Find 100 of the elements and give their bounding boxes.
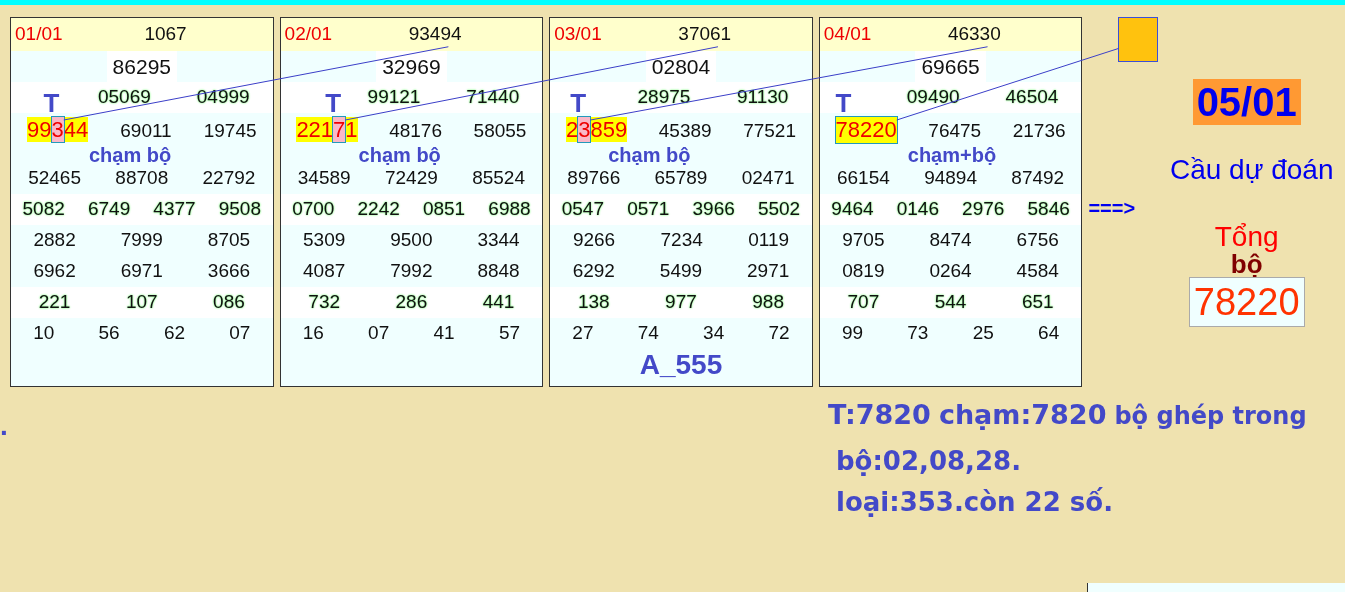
note-label: chạm bộ <box>358 143 441 168</box>
number-cell-text: 988 <box>752 290 784 315</box>
set-label: bộ <box>1230 251 1263 277</box>
number-cell-text: 28975 <box>637 85 691 110</box>
arrow-label: ===> <box>1088 196 1136 221</box>
t-marker: T <box>835 90 852 116</box>
number-cell-text: 02471 <box>741 166 795 191</box>
number-cell-text: 34589 <box>297 166 351 191</box>
number-cell-text: 3966 <box>692 197 735 222</box>
number-cell-text: 05069 <box>97 85 151 110</box>
number-cell-text: 2882 <box>33 228 76 253</box>
number-cell-text: 62 <box>163 321 186 346</box>
number-cell-text: 086 <box>213 290 245 315</box>
number-cell-text: 3666 <box>207 259 251 284</box>
number-cell-text: 16 <box>302 321 324 346</box>
summary-text: T:7820 <box>828 398 931 432</box>
number-cell-text: 6292 <box>572 259 615 284</box>
number-cell-text: 94894 <box>924 166 977 191</box>
number-cell-text: 22792 <box>202 166 256 191</box>
number-cell-text: 0819 <box>842 259 885 284</box>
number-cell-text: 85524 <box>472 166 525 191</box>
number-cell-text: 46330 <box>947 22 1001 47</box>
number-cell-text: 8705 <box>207 228 251 253</box>
number-cell-text: 0119 <box>748 228 790 253</box>
number-cell-text: 0547 <box>561 197 604 222</box>
number-cell-text: 441 <box>482 290 515 315</box>
number-cell-text: 9705 <box>842 228 885 253</box>
number-cell-text: 64 <box>1038 321 1060 346</box>
summary-text: bộ ghép trong <box>1114 401 1307 432</box>
number-cell-text: 9266 <box>572 228 616 253</box>
number-cell-text: 286 <box>395 290 428 315</box>
number-cell-text: 89766 <box>567 166 621 191</box>
number-cell-text: 19745 <box>203 119 257 143</box>
number-cell-text: 138 <box>577 290 610 315</box>
number-cell-text: 5499 <box>659 259 703 284</box>
number-cell-text: 6988 <box>488 197 531 222</box>
number-cell-text: 27 <box>572 321 594 346</box>
number-cell-text: 56 <box>98 321 120 346</box>
date-label: 02/01 <box>284 22 333 47</box>
number-cell-text: 3344 <box>477 228 520 253</box>
number-cell-text: 6756 <box>1016 228 1059 253</box>
number-cell-text: 7992 <box>390 259 433 284</box>
number-cell-text: 0851 <box>422 197 466 222</box>
number-cell-text: 07 <box>368 321 390 346</box>
number-cell-text: 707 <box>847 290 880 315</box>
number-cell-text: 8474 <box>929 228 972 253</box>
number-cell-text: 8848 <box>477 259 520 284</box>
number-cell-text: 48176 <box>389 119 442 143</box>
number-cell-text: 99 <box>841 321 864 346</box>
number-cell-text: 0700 <box>292 197 335 222</box>
number-cell-text: 544 <box>934 290 967 315</box>
t-marker: T <box>570 90 587 116</box>
note-label: chạm bộ <box>608 143 691 168</box>
number-cell-text: 65789 <box>654 166 708 191</box>
number-cell-text: 0146 <box>896 197 939 222</box>
number-cell-text: 9464 <box>831 197 874 222</box>
number-cell-text: 45389 <box>658 119 712 143</box>
number-cell-text: 41 <box>433 321 455 346</box>
number-cell-text: 09490 <box>906 85 960 110</box>
number-cell-text: 87492 <box>1011 166 1065 191</box>
number-cell-text: 2971 <box>747 259 790 284</box>
date-label: 01/01 <box>15 22 63 47</box>
number-cell-text: 73 <box>907 321 929 346</box>
number-cell-text: 5502 <box>757 197 801 222</box>
note-label: chạm bộ <box>89 143 172 168</box>
prediction-value: 78220 <box>1188 277 1305 327</box>
number-cell-text: 46504 <box>1005 85 1059 110</box>
date-label: 05/01 <box>1192 79 1301 125</box>
number-cell-text: 04999 <box>196 85 250 110</box>
number-cell-text: 9508 <box>218 197 261 222</box>
number-cell-text: 0571 <box>627 197 670 222</box>
number-cell-text: 72 <box>768 321 790 346</box>
number-cell-text: 107 <box>125 290 158 315</box>
number-cell-text: 66154 <box>836 166 890 191</box>
number-cell-text: 0264 <box>929 259 972 284</box>
number-cell-text: 5309 <box>303 228 346 253</box>
number-cell-text: 71440 <box>466 85 520 110</box>
number-cell-text: 2976 <box>962 197 1005 222</box>
summary-text: chạm:7820 <box>938 398 1107 432</box>
footer-label: A_555 <box>639 347 723 382</box>
number-cell-text: 25 <box>972 321 994 346</box>
number-cell-text: 88708 <box>115 166 169 191</box>
number-cell-text: 58055 <box>473 119 527 143</box>
number-cell-text: 21736 <box>1012 119 1066 143</box>
note-label: chạm+bộ <box>907 143 997 168</box>
number-cell-text: 1067 <box>144 22 187 47</box>
number-cell-text: 9500 <box>390 228 433 253</box>
number-cell: 69665 <box>915 50 986 83</box>
number-cell-text: 72429 <box>384 166 438 191</box>
summary-text: bộ:02,08,28. <box>836 444 1023 478</box>
number-cell-text: 977 <box>665 290 697 315</box>
date-label: 04/01 <box>823 22 872 47</box>
number-cell-text: 10 <box>33 321 55 346</box>
number-cell-text: 4584 <box>1016 259 1059 284</box>
number-cell: 02804 <box>645 50 717 83</box>
number-cell-text: 57 <box>498 321 521 346</box>
dot-mark: . <box>0 409 8 443</box>
number-cell-text: 93494 <box>408 22 462 47</box>
number-cell-text: 76475 <box>928 119 982 143</box>
number-cell-text: 69011 <box>120 119 172 143</box>
